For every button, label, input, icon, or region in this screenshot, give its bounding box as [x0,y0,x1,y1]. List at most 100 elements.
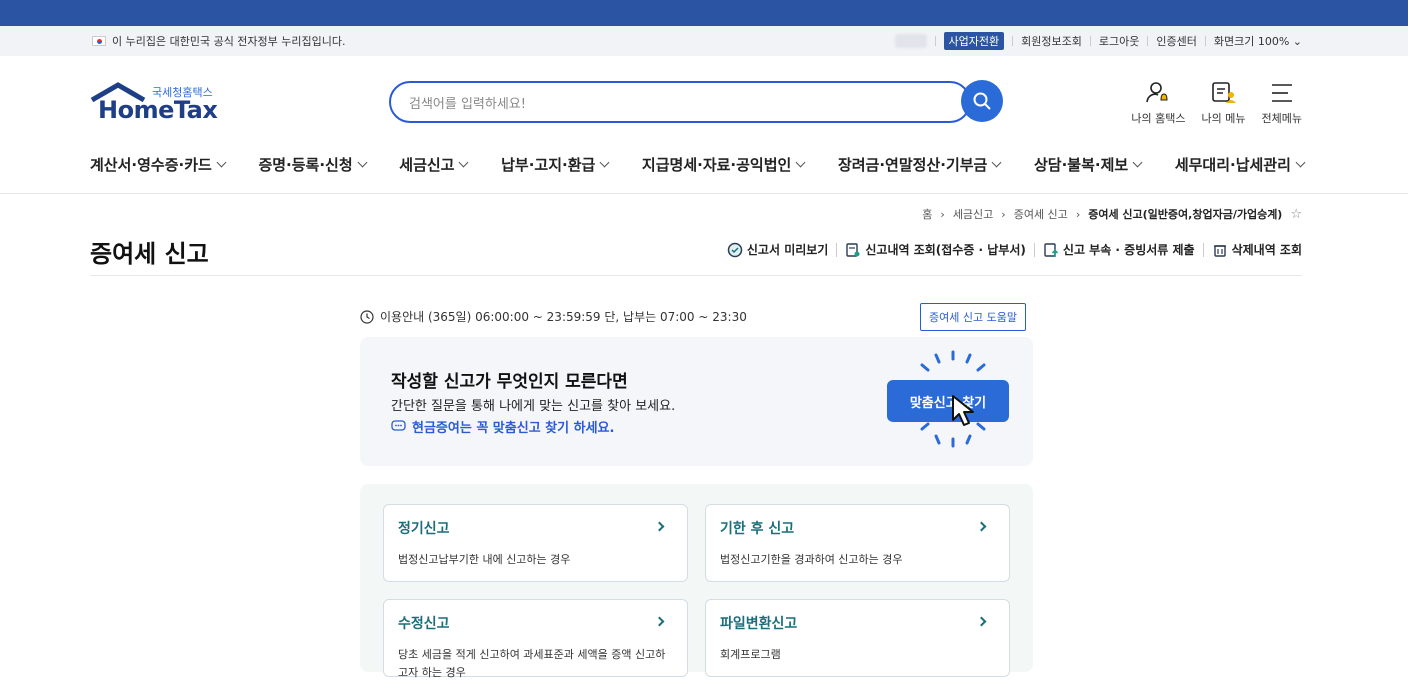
chevron-down-icon [1295,157,1306,168]
report-history-link[interactable]: 신고내역 조회(접수증 · 납부서) [845,241,1026,258]
cert-center-link[interactable]: 인증센터 [1156,33,1196,49]
logout-link[interactable]: 로그아웃 [1099,33,1139,49]
breadcrumb-home[interactable]: 홈 [922,206,932,222]
breadcrumb-current: 증여세 신고(일반증여,창업자금/가업승계) [1088,208,1283,221]
page-title: 증여세 신고 [90,240,209,268]
nav-label: 세무대리·납세관리 [1174,156,1291,174]
nav-label: 지급명세·자료·공익법인 [641,156,792,174]
card-late-report[interactable]: 기한 후 신고 법정신고기한을 경과하여 신고하는 경우 [705,504,1010,582]
breadcrumb-gift-tax[interactable]: 증여세 신고 [1014,206,1068,222]
promo-desc: 간단한 질문을 통해 나에게 맞는 신고를 찾아 보세요. [391,399,676,414]
clock-icon [360,309,374,324]
nav-item-certificate[interactable]: 증명·등록·신청 [258,154,368,175]
menu-person-icon [1211,82,1236,103]
card-desc: 당초 세금을 적게 신고하여 과세표준과 세액을 증액 신고하고자 하는 경우 [398,648,666,679]
promo-note: 현금증여는 꼭 맞춤신고 찾기 하세요. [391,417,614,436]
gift-tax-help-button[interactable]: 증여세 신고 도움말 [920,303,1026,331]
chevron-down-icon [216,157,227,168]
chevron-down-icon: ⌄ [1292,35,1302,48]
nav-label: 계산서·영수증·카드 [90,156,212,174]
preview-form-link[interactable]: 신고서 미리보기 [727,241,828,258]
card-regular-report[interactable]: 정기신고 법정신고납부기한 내에 신고하는 경우 [383,504,688,582]
all-menu-button[interactable]: 전체메뉴 [1262,80,1302,126]
my-hometax-label: 나의 홈택스 [1131,112,1186,125]
chevron-right-icon [976,521,987,532]
card-desc: 법정신고기한을 경과하여 신고하는 경우 [720,553,903,566]
main-nav: 계산서·영수증·카드 증명·등록·신청 세금신고 납부·고지·환급 지급명세·자… [0,146,1408,194]
breadcrumb: 홈 › 세금신고 › 증여세 신고 › 증여세 신고(일반증여,창업자금/가업승계) … [922,206,1302,222]
promo-heading: 작성할 신고가 무엇인지 모른다면 [391,372,628,392]
nav-label: 세금신고 [399,156,455,174]
cursor-pointer-icon [952,395,974,426]
nav-item-incentive[interactable]: 장려금·연말정산·기부금 [837,154,1002,175]
chevron-down-icon [991,157,1002,168]
utility-menu: 사업자전환 회원정보조회 로그아웃 인증센터 화면크기 100% ⌄ [894,32,1302,50]
chevron-down-icon [599,157,610,168]
card-desc: 법정신고납부기한 내에 신고하는 경우 [398,553,571,566]
chevron-down-icon [459,157,469,168]
promo-note-text: 현금증여는 꼭 맞춤신고 찾기 하세요. [412,421,615,436]
card-amended-report[interactable]: 수정신고 당초 세금을 적게 신고하여 과세표준과 세액을 증액 신고하고자 하… [383,599,688,679]
speech-bubble-icon [391,420,406,431]
search-button[interactable] [961,80,1003,122]
card-file-conversion-report[interactable]: 파일변환신고 회계프로그램 [705,599,1010,677]
nav-item-consult[interactable]: 상담·불복·제보 [1033,154,1143,175]
chevron-right-icon: › [1001,207,1006,221]
my-menu-button[interactable]: 나의 메뉴 [1202,80,1246,126]
top-bar [0,0,1408,26]
chevron-right-icon: › [1075,207,1081,221]
card-title: 수정신고 [398,616,450,632]
deleted-history-link[interactable]: 삭제내역 조회 [1212,241,1302,258]
nav-item-payment-statement[interactable]: 지급명세·자료·공익법인 [641,154,806,175]
chevron-right-icon [654,521,665,532]
chevron-right-icon: › [940,207,945,221]
chevron-down-icon [795,157,806,168]
report-type-cards: 정기신고 법정신고납부기한 내에 신고하는 경우 기한 후 신고 법정신고기한을… [360,484,1033,679]
my-hometax-button[interactable]: 나의 홈택스 [1131,80,1186,126]
document-upload-icon [1044,242,1058,257]
nav-item-payment[interactable]: 납부·고지·환급 [501,154,610,175]
magnifier-check-icon [727,242,743,257]
nav-item-tax-report[interactable]: 세금신고 [399,154,469,175]
korea-flag-icon [92,36,106,46]
gov-banner: 이 누리집은 대한민국 공식 전자정부 누리집입니다. 사업자전환 회원정보조회… [0,26,1408,56]
screen-size-dropdown[interactable]: 화면크기 100% ⌄ [1214,33,1302,49]
submit-docs-label: 신고 부속 · 증빙서류 제출 [1062,243,1195,257]
preview-form-label: 신고서 미리보기 [746,243,829,257]
report-history-label: 신고내역 조회(접수증 · 납부서) [865,243,1026,257]
nav-label: 장려금·연말정산·기부금 [837,156,988,174]
page-tools: 신고서 미리보기 신고내역 조회(접수증 · 납부서) 신고 부속 · 증빙서류… [727,241,1302,258]
screen-size-label: 화면크기 100% [1213,35,1290,48]
breadcrumb-tax-report[interactable]: 세금신고 [953,206,993,222]
nav-item-tax-agent[interactable]: 세무대리·납세관리 [1174,154,1306,175]
person-bell-icon [1146,82,1168,103]
chevron-right-icon [654,616,665,627]
card-title: 정기신고 [398,521,450,537]
hometax-logo[interactable]: 국세청홈택스 HomeTax [90,82,220,124]
member-info-link[interactable]: 회원정보조회 [1021,33,1082,49]
card-title: 기한 후 신고 [720,521,795,537]
deleted-history-label: 삭제내역 조회 [1231,243,1302,257]
submit-docs-link[interactable]: 신고 부속 · 증빙서류 제출 [1043,241,1195,258]
user-name-blurred [894,34,927,48]
nav-label: 납부·고지·환급 [501,156,596,174]
gov-banner-text: 이 누리집은 대한민국 공식 전자정부 누리집입니다. [112,35,346,48]
search-input[interactable]: 검색어를 입력하세요! [389,81,971,123]
biz-switch-button[interactable]: 사업자전환 [943,32,1005,50]
search-icon [973,92,991,110]
hamburger-icon [1271,84,1292,102]
favorite-star-icon[interactable]: ☆ [1290,207,1302,222]
nav-item-invoice[interactable]: 계산서·영수증·카드 [90,154,227,175]
nav-label: 상담·불복·제보 [1033,156,1129,174]
title-divider [90,275,1302,276]
logo-main: HomeTax [98,96,218,124]
card-title: 파일변환신고 [720,616,798,632]
usage-text: 이용안내 (365일) 06:00:00 ~ 23:59:59 단, 납부는 0… [380,310,747,324]
all-menu-label: 전체메뉴 [1261,112,1302,125]
document-search-icon [846,242,860,257]
usage-info: 이용안내 (365일) 06:00:00 ~ 23:59:59 단, 납부는 0… [360,308,747,325]
trash-icon [1213,244,1226,257]
chevron-right-icon [976,616,987,627]
my-menu-label: 나의 메뉴 [1201,112,1246,125]
find-custom-report-button[interactable]: 맞춤신고 찾기 [887,380,1009,422]
